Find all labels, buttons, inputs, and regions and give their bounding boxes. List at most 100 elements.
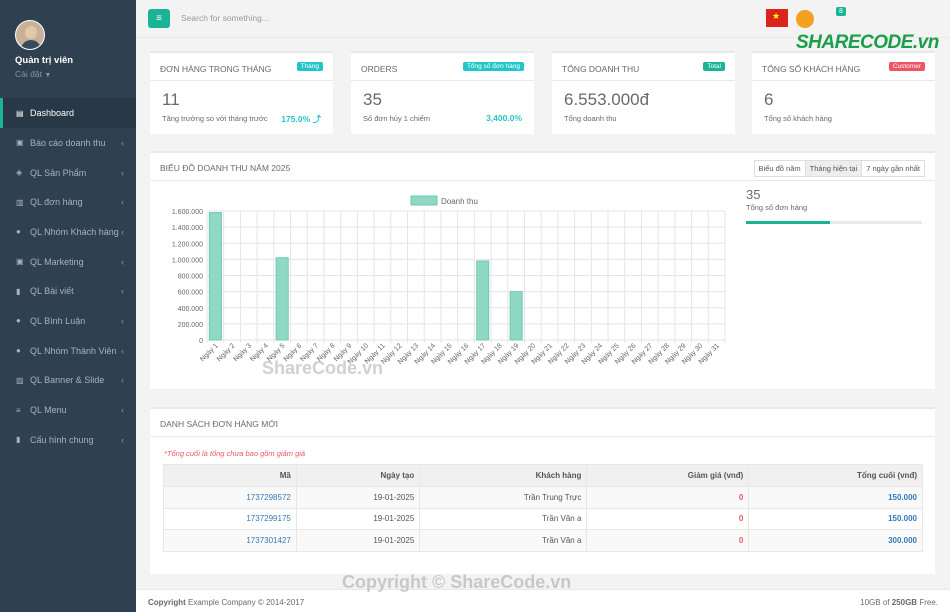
y-tick-label: 1.000.000 [172,257,203,264]
revenue-bar[interactable] [509,291,523,341]
total-orders-summary: 35 Tổng số đơn hàng [746,187,807,212]
sidebar-item-11[interactable]: ▮ Cấu hình chung ‹ [0,425,136,455]
storage-text: 10GB of [860,598,890,607]
storage-end: Free. [919,598,938,607]
column-header[interactable]: Ngày tạo [295,464,421,487]
sidebar-menu: ▤ Dashboard ▣ Báo cáo doanh thu ‹ ◈ QL Sản Phẩ… [0,98,136,455]
last-7-days-button[interactable]: 7 ngày gần nhất [861,160,925,177]
y-tick-label: 800.000 [178,274,203,281]
stat-card: ORDERS Tổng số đơn hàng 35 Số đơn hủy 1 chi… [351,51,534,134]
revenue-bar-chart: Doanh thu 0 200.000 400.000 600.000 800.000 1.… [172,195,726,366]
orders-progress-fill [746,221,831,224]
chevron-left-icon: ‹ [121,286,124,297]
sharecode-logo: SHARECODE.vn [796,10,950,54]
table-row[interactable]: 1737298572 19-01-2025 Trần Trung Trực 0 150.… [163,486,923,509]
column-header[interactable]: Tổng cuối (vnđ) [748,464,923,487]
y-tick-label: 600.000 [178,290,203,297]
sidebar-item-9[interactable]: ▨ QL Banner & Slide ‹ [0,366,136,396]
revenue-bar[interactable] [275,257,289,341]
profile: Quản trị viên Cài đặt ▼ [0,0,136,98]
revenue-bar[interactable] [208,212,222,341]
sidebar-item-1[interactable]: ▣ Báo cáo doanh thu ‹ [0,128,136,158]
avatar[interactable] [15,20,45,50]
stat-subtitle: Tăng trưởng so với tháng trước [162,114,268,123]
sidebar-item-10[interactable]: ≡ QL Menu ‹ [0,395,136,425]
sidebar-item-8[interactable]: ● QL Nhóm Thành Viên ‹ [0,336,136,366]
total-note: *Tổng cuối là tổng chưa bao gồm giảm giá [164,449,306,458]
table-cell: 150.000 [748,507,923,530]
sidebar-item-5[interactable]: ▣ QL Marketing ‹ [0,247,136,277]
table-cell: 300.000 [748,529,923,552]
sidebar-item-7[interactable]: ● QL Bình Luận ‹ [0,306,136,336]
sidebar-item-label: QL Marketing [30,256,84,267]
column-header[interactable]: Mã [163,464,297,487]
order-code-link[interactable]: 1737301427 [163,529,297,552]
stat-card: TỔNG DOANH THU Total 6.553.000đ Tổng doanh … [552,51,735,134]
orders-table: Mã Ngày tạo Khách hàng Giảm giá (vnđ) Tổng c… [163,464,923,552]
revenue-bar[interactable] [476,260,490,341]
chevron-left-icon: ‹ [121,167,124,178]
table-row[interactable]: 1737301427 19-01-2025 Trần Văn a 0 300.000 [163,529,923,552]
database-icon: ▤ [16,108,24,118]
user-name: Quản trị viên [15,55,74,66]
sidebar-item-label: QL Nhóm Thành Viên [30,345,117,356]
vietnam-flag-icon[interactable] [766,9,788,27]
chevron-left-icon: ‹ [121,345,124,356]
chevron-left-icon: ‹ [121,226,124,237]
sidebar-item-2[interactable]: ◈ QL Sản Phẩm ‹ [0,158,136,188]
sidebar-item-label: Cấu hình chung [30,434,94,445]
y-tick-label: 1.600.000 [172,209,203,216]
file-icon: ▮ [16,435,21,445]
storage-bold: 250GB [891,598,918,607]
chart-legend[interactable]: Doanh thu [410,195,478,206]
sidebar-item-3[interactable]: ▥ QL đơn hàng ‹ [0,187,136,217]
logo-text: SHARECODE.vn [796,32,939,53]
user-icon: ● [16,346,21,356]
menu-toggle-button[interactable]: ≡ [148,9,170,28]
revenue-chart-panel: BIỂU ĐỒ DOANH THU NĂM 2025 Biểu đồ năm T… [150,151,935,389]
table-cell: 0 [586,486,750,509]
search-input[interactable]: Search for something... [181,13,269,23]
stat-badge: Tháng [296,62,323,71]
sidebar-item-label: QL Sản Phẩm [30,167,87,178]
order-code-link[interactable]: 1737299175 [163,507,297,530]
table-cell: 0 [586,507,750,530]
chevron-left-icon: ‹ [121,256,124,267]
table-row[interactable]: 1737299175 19-01-2025 Trần Văn a 0 150.000 [163,507,923,530]
sidebar-item-4[interactable]: ● QL Nhóm Khách hàng ‹ [0,217,136,247]
copyright-bold: Copyright [148,598,186,607]
table-cell: 19-01-2025 [295,486,421,509]
current-month-button[interactable]: Tháng hiện tại [804,160,863,177]
orders-panel-title: DANH SÁCH ĐƠN HÀNG MỚI [150,409,935,437]
table-cell: 19-01-2025 [295,529,421,552]
legend-swatch [410,195,438,206]
stat-badge: Tổng số đơn hàng [462,62,524,71]
chevron-left-icon: ‹ [121,137,124,148]
table-cell: Trần Văn a [419,529,588,552]
settings-label: Cài đặt [15,69,42,79]
table-cell: 19-01-2025 [295,507,421,530]
stat-value: 35 [363,90,382,109]
sidebar-item-label: Báo cáo doanh thu [30,137,106,148]
caret-down-icon: ▼ [44,72,52,79]
stat-subtitle: Số đơn hủy 1 chiếm [363,114,431,123]
footer-copyright: Copyright Example Company © 2014-2017 [148,598,304,607]
table-cell: Trần Trung Trực [419,486,588,509]
column-header[interactable]: Giảm giá (vnđ) [586,464,750,487]
settings-dropdown[interactable]: Cài đặt ▼ [15,69,136,79]
bag-icon: ▥ [16,197,24,207]
sidebar-item-6[interactable]: ▮ QL Bài viết ‹ [0,276,136,306]
year-chart-button[interactable]: Biểu đồ năm [753,160,806,177]
chevron-left-icon: ‹ [121,434,124,445]
money-icon: ▣ [16,138,24,148]
column-header[interactable]: Khách hàng [419,464,588,487]
money-icon: ▣ [16,257,24,267]
table-header-row: Mã Ngày tạo Khách hàng Giảm giá (vnđ) Tổng c… [163,464,923,487]
order-code-link[interactable]: 1737298572 [163,486,297,509]
table-cell: 150.000 [748,486,923,509]
stat-badge: Customer [888,62,925,71]
stat-badge: Total [703,62,725,71]
sidebar-item-0[interactable]: ▤ Dashboard [0,98,136,128]
stat-value: 6 [764,90,774,109]
chevron-left-icon: ‹ [121,375,124,386]
